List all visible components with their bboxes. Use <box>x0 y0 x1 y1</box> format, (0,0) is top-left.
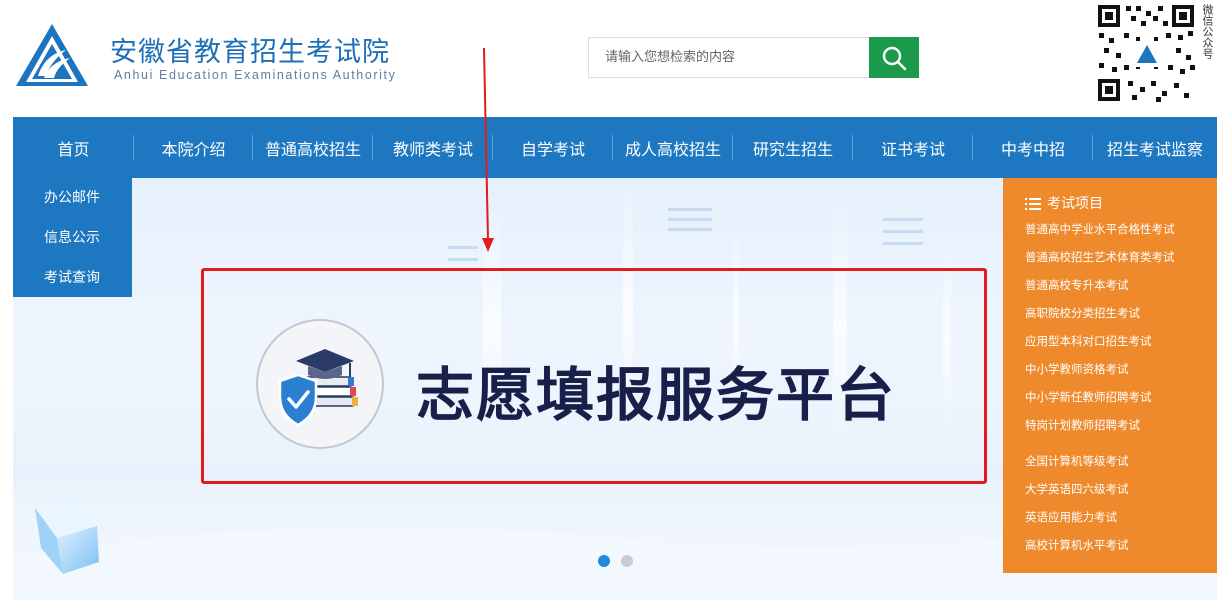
nav-item-certificate-exam[interactable]: 证书考试 <box>853 117 973 178</box>
nav-label: 首页 <box>57 139 90 159</box>
exam-projects-sidebar: 考试项目 普通高中学业水平合格性考试 普通高校招生艺术体育类考试 普通高校专升本… <box>1003 178 1217 573</box>
nav-item-middle-school-admission[interactable]: 中考中招 <box>973 117 1093 178</box>
quick-link-exam-query[interactable]: 考试查询 <box>13 258 132 298</box>
site-subtitle: Anhui Education Examinations Authority <box>114 68 397 82</box>
nav-item-graduate-admission[interactable]: 研究生招生 <box>733 117 853 178</box>
exam-link[interactable]: 高职院校分类招生考试 <box>1003 299 1217 327</box>
nav-label: 证书考试 <box>880 139 945 159</box>
exam-link[interactable]: 大学英语四六级考试 <box>1003 475 1217 503</box>
nav-item-college-admission[interactable]: 普通高校招生 <box>253 117 373 178</box>
qr-label: 微信公众号 <box>1201 4 1214 59</box>
list-icon <box>1025 198 1041 210</box>
nav-label: 普通高校招生 <box>264 139 361 159</box>
exam-link[interactable]: 高校计算机水平考试 <box>1003 531 1217 559</box>
site-header: 安徽省教育招生考试院 Anhui Education Examinations … <box>0 0 1217 117</box>
exam-link[interactable]: 应用型本科对口招生考试 <box>1003 327 1217 355</box>
page: 安徽省教育招生考试院 Anhui Education Examinations … <box>0 0 1217 600</box>
carousel-dots <box>598 555 633 567</box>
search-icon <box>882 46 907 70</box>
nav-item-teacher-exam[interactable]: 教师类考试 <box>373 117 493 178</box>
quick-link-office-mail[interactable]: 办公邮件 <box>13 178 132 218</box>
exam-link[interactable]: 中小学教师资格考试 <box>1003 355 1217 383</box>
nav-label: 自学考试 <box>520 139 585 159</box>
search-button[interactable] <box>869 37 919 78</box>
nav-label: 招生考试监察 <box>1106 139 1203 159</box>
site-title[interactable]: 安徽省教育招生考试院 <box>110 30 390 69</box>
main-nav: 首页 本院介绍 普通高校招生 教师类考试 自学考试 成人高校招生 研究生招生 证… <box>13 117 1217 178</box>
exam-projects-heading: 考试项目 <box>1003 193 1217 215</box>
exam-link[interactable]: 全国计算机等级考试 <box>1003 447 1217 475</box>
nav-label: 教师类考试 <box>392 139 473 159</box>
exam-link[interactable]: 中小学新任教师招聘考试 <box>1003 383 1217 411</box>
carousel-dot-1[interactable] <box>598 555 610 567</box>
nav-item-supervision[interactable]: 招生考试监察 <box>1093 117 1217 178</box>
search-input[interactable] <box>589 38 869 77</box>
exam-link[interactable]: 普通高中学业水平合格性考试 <box>1003 215 1217 243</box>
nav-label: 研究生招生 <box>752 139 833 159</box>
nav-label: 本院介绍 <box>161 139 226 159</box>
exam-list-gap <box>1003 439 1217 447</box>
quick-links-sidebar: 办公邮件 信息公示 考试查询 <box>13 178 132 297</box>
exam-link[interactable]: 普通高校专升本考试 <box>1003 271 1217 299</box>
nav-item-about[interactable]: 本院介绍 <box>134 117 253 178</box>
exam-link[interactable]: 英语应用能力考试 <box>1003 503 1217 531</box>
exam-projects-heading-label: 考试项目 <box>1047 196 1103 212</box>
nav-label: 中考中招 <box>1000 139 1065 159</box>
nav-item-self-study-exam[interactable]: 自学考试 <box>493 117 613 178</box>
quick-link-info-disclosure[interactable]: 信息公示 <box>13 218 132 258</box>
exam-link[interactable]: 普通高校招生艺术体育类考试 <box>1003 243 1217 271</box>
carousel-dot-2[interactable] <box>621 555 633 567</box>
nav-item-home[interactable]: 首页 <box>13 117 134 178</box>
exam-link[interactable]: 特岗计划教师招聘考试 <box>1003 411 1217 439</box>
nav-label: 成人高校招生 <box>624 139 721 159</box>
highlight-box <box>201 268 987 484</box>
nav-item-adult-admission[interactable]: 成人高校招生 <box>613 117 733 178</box>
logo-icon[interactable] <box>14 22 90 88</box>
search-box <box>588 37 870 78</box>
qr-code-icon <box>1096 3 1196 103</box>
